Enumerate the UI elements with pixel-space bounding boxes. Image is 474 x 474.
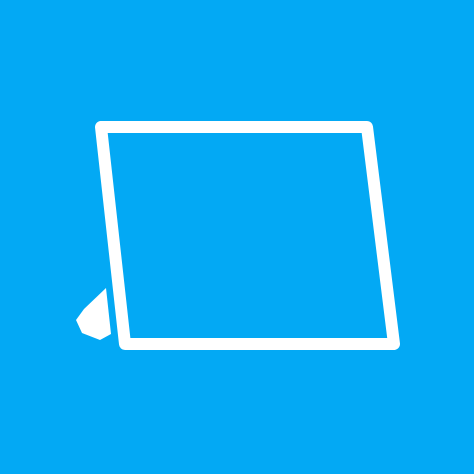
- app-tile[interactable]: [0, 0, 474, 474]
- tablet-icon: [0, 0, 474, 474]
- tile-background: [0, 0, 474, 474]
